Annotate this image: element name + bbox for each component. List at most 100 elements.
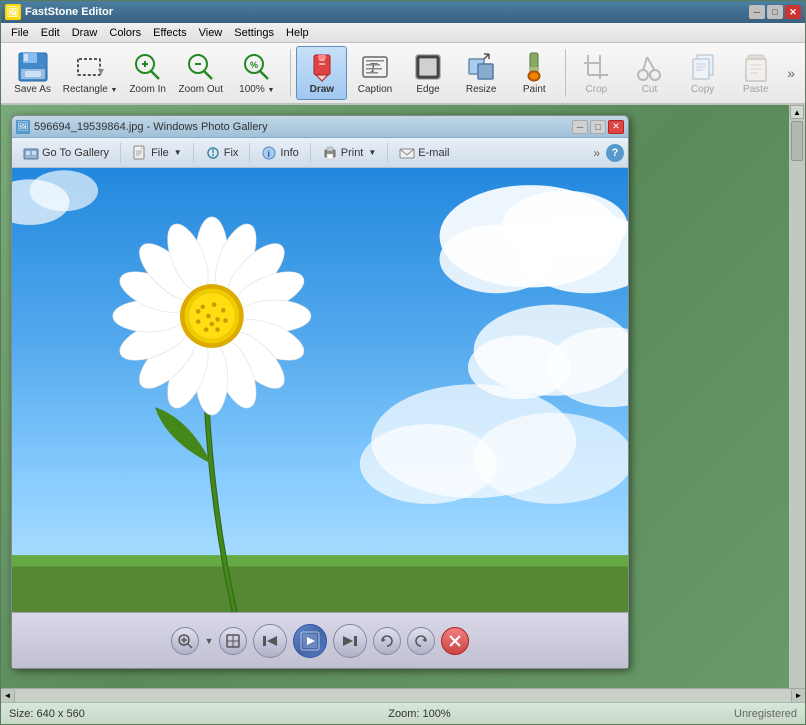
rectangle-label: Rectangle ▼ bbox=[63, 84, 118, 95]
next-button[interactable] bbox=[333, 624, 367, 658]
zoom-out-button[interactable]: Zoom Out bbox=[175, 46, 226, 100]
menu-draw[interactable]: Draw bbox=[66, 25, 104, 41]
title-bar-left: 🖼 FastStone Editor bbox=[5, 4, 113, 20]
fix-icon bbox=[205, 145, 221, 161]
zoom-out-icon bbox=[185, 51, 217, 83]
photo-toolbar-more[interactable]: » bbox=[589, 144, 604, 162]
app-icon: 🖼 bbox=[5, 4, 21, 20]
paint-label: Paint bbox=[523, 84, 546, 95]
fit-button[interactable] bbox=[219, 627, 247, 655]
menu-effects[interactable]: Effects bbox=[147, 25, 192, 41]
toolbar-more[interactable]: » bbox=[783, 63, 799, 83]
copy-button[interactable]: Copy bbox=[677, 46, 728, 100]
menu-colors[interactable]: Colors bbox=[103, 25, 147, 41]
zoom-in-button[interactable]: Zoom In bbox=[122, 46, 173, 100]
edge-button[interactable]: Edge bbox=[403, 46, 454, 100]
file-icon bbox=[132, 145, 148, 161]
info-button[interactable]: i Info bbox=[254, 142, 305, 164]
caption-icon: T bbox=[359, 51, 391, 83]
caption-button[interactable]: T Caption bbox=[349, 46, 400, 100]
svg-text:%: % bbox=[250, 60, 258, 70]
zoom-arrow: ▼ bbox=[205, 636, 214, 646]
status-registration: Unregistered bbox=[734, 708, 797, 720]
clouds-svg bbox=[12, 168, 628, 612]
toolbar: Save As Rectangle ▼ Zoom I bbox=[1, 43, 805, 105]
fix-label: Fix bbox=[224, 147, 239, 159]
status-size: Size: 640 x 560 bbox=[9, 708, 85, 720]
print-icon bbox=[322, 145, 338, 161]
photo-toolbar: Go To Gallery File ▼ bbox=[12, 138, 628, 168]
photo-sep-3 bbox=[249, 143, 250, 163]
gallery-button[interactable]: Go To Gallery bbox=[16, 142, 116, 164]
resize-button[interactable]: Resize bbox=[456, 46, 507, 100]
scroll-up[interactable]: ▲ bbox=[790, 105, 804, 119]
file-label: File bbox=[151, 147, 169, 159]
photo-close-button[interactable]: ✕ bbox=[608, 120, 624, 134]
gallery-label: Go To Gallery bbox=[42, 147, 109, 159]
email-icon bbox=[399, 145, 415, 161]
rotate-right-button[interactable] bbox=[407, 627, 435, 655]
save-as-label: Save As bbox=[14, 84, 51, 95]
resize-icon bbox=[465, 51, 497, 83]
print-button[interactable]: Print ▼ bbox=[315, 142, 384, 164]
fix-button[interactable]: Fix bbox=[198, 142, 246, 164]
paste-icon bbox=[740, 51, 772, 83]
status-zoom: Zoom: 100% bbox=[388, 708, 450, 720]
paint-icon bbox=[518, 51, 550, 83]
scroll-right[interactable]: ► bbox=[791, 690, 805, 702]
draw-button[interactable]: Draw bbox=[296, 46, 347, 100]
crop-button[interactable]: Crop bbox=[571, 46, 622, 100]
info-label: Info bbox=[280, 147, 298, 159]
scrollbar[interactable]: ▲ bbox=[789, 105, 805, 688]
zoom-100-button[interactable]: % 100% ▼ bbox=[228, 46, 285, 100]
print-arrow-icon: ▼ bbox=[368, 148, 376, 157]
close-button[interactable]: ✕ bbox=[785, 5, 801, 19]
h-scrollbar[interactable]: ◄ ► bbox=[1, 688, 805, 702]
cut-label: Cut bbox=[642, 84, 658, 95]
email-button[interactable]: E-mail bbox=[392, 142, 456, 164]
photo-minimize-button[interactable]: ─ bbox=[572, 120, 588, 134]
menu-settings[interactable]: Settings bbox=[228, 25, 280, 41]
content-area: 🖼 596694_19539864.jpg - Windows Photo Ga… bbox=[1, 105, 805, 688]
menu-help[interactable]: Help bbox=[280, 25, 315, 41]
title-bar: 🖼 FastStone Editor ─ □ ✕ bbox=[1, 1, 805, 23]
crop-icon bbox=[580, 51, 612, 83]
rectangle-button[interactable]: Rectangle ▼ bbox=[60, 46, 120, 100]
menu-edit[interactable]: Edit bbox=[35, 25, 66, 41]
photo-maximize-button[interactable]: □ bbox=[590, 120, 606, 134]
save-as-button[interactable]: Save As bbox=[7, 46, 58, 100]
help-button[interactable]: ? bbox=[606, 144, 624, 162]
delete-nav-button[interactable] bbox=[441, 627, 469, 655]
save-icon bbox=[17, 51, 49, 83]
copy-icon bbox=[687, 51, 719, 83]
maximize-button[interactable]: □ bbox=[767, 5, 783, 19]
edge-label: Edge bbox=[416, 84, 439, 95]
h-scroll-track[interactable] bbox=[15, 689, 791, 702]
menu-file[interactable]: File bbox=[5, 25, 35, 41]
app-title: FastStone Editor bbox=[25, 6, 113, 18]
image-container bbox=[12, 168, 628, 612]
zoom-in-label: Zoom In bbox=[129, 84, 166, 95]
minimize-button[interactable]: ─ bbox=[749, 5, 765, 19]
slideshow-button[interactable] bbox=[293, 624, 327, 658]
paste-button[interactable]: Paste bbox=[730, 46, 781, 100]
cut-button[interactable]: Cut bbox=[624, 46, 675, 100]
zoom-in-icon bbox=[132, 51, 164, 83]
zoom-out-label: Zoom Out bbox=[179, 84, 223, 95]
paint-button[interactable]: Paint bbox=[509, 46, 560, 100]
photo-title-bar: 🖼 596694_19539864.jpg - Windows Photo Ga… bbox=[12, 116, 628, 138]
status-bar: Size: 640 x 560 Zoom: 100% Unregistered bbox=[1, 702, 805, 724]
daisy-image bbox=[12, 168, 628, 612]
resize-label: Resize bbox=[466, 84, 497, 95]
zoom-nav-button[interactable] bbox=[171, 627, 199, 655]
file-button[interactable]: File ▼ bbox=[125, 142, 189, 164]
photo-sep-1 bbox=[120, 143, 121, 163]
scroll-left[interactable]: ◄ bbox=[1, 690, 15, 702]
menu-view[interactable]: View bbox=[193, 25, 229, 41]
separator-2 bbox=[565, 49, 566, 97]
prev-button[interactable] bbox=[253, 624, 287, 658]
rotate-left-button[interactable] bbox=[373, 627, 401, 655]
scroll-thumb[interactable] bbox=[791, 121, 803, 161]
file-arrow-icon: ▼ bbox=[174, 148, 182, 157]
main-window: 🖼 FastStone Editor ─ □ ✕ File Edit Draw … bbox=[0, 0, 806, 725]
